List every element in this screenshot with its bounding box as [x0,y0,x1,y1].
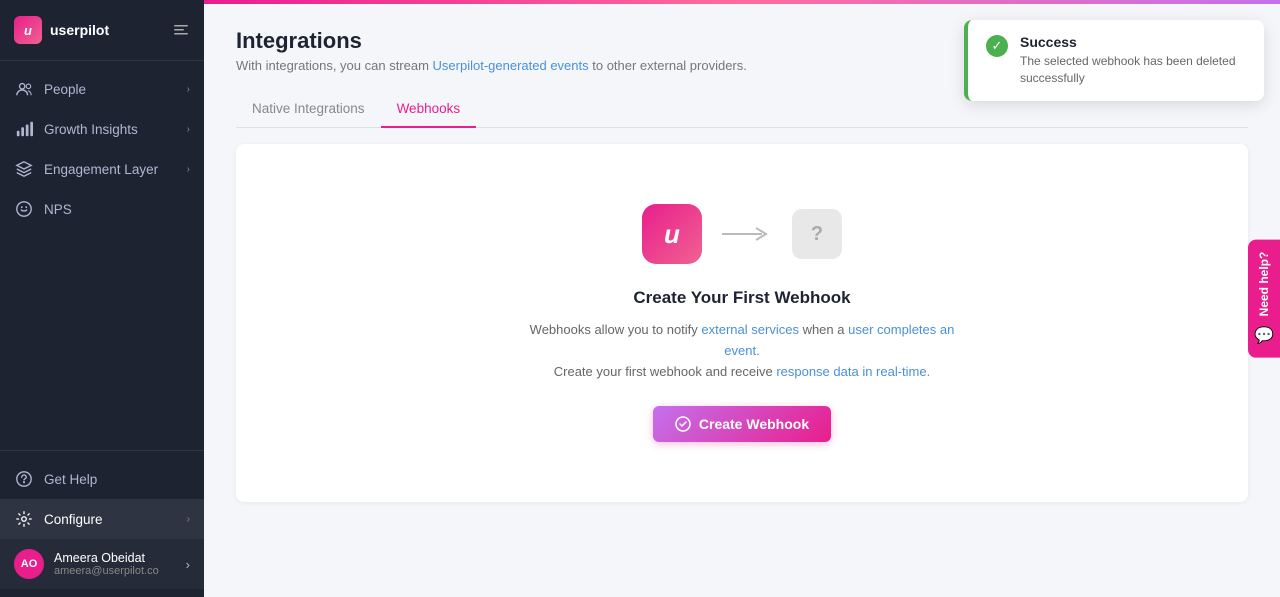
sidebar-toggle-button[interactable] [172,21,190,39]
sidebar-item-nps-label: NPS [44,202,190,217]
sidebar-item-configure-label: Configure [44,512,187,527]
create-webhook-label: Create Webhook [699,416,809,432]
empty-state-title: Create Your First Webhook [633,288,850,308]
sidebar-item-people[interactable]: People › [0,69,204,109]
sidebar-item-engagement-layer[interactable]: Engagement Layer › [0,149,204,189]
need-help-label: Need help? [1257,251,1271,316]
empty-state-desc-line1: Webhooks allow you to notify external se… [530,322,955,358]
logo-text: userpilot [50,22,109,38]
tab-webhooks[interactable]: Webhooks [381,91,477,128]
user-chevron-icon: › [186,557,190,572]
sidebar-item-configure[interactable]: Configure › [0,499,204,539]
toast-check-icon: ✓ [986,35,1008,57]
people-chevron-icon: › [187,84,190,95]
sidebar-item-growth-insights[interactable]: Growth Insights › [0,109,204,149]
toast-content: Success The selected webhook has been de… [1020,34,1246,87]
user-profile-item[interactable]: AO Ameera Obeidat ameera@userpilot.co › [0,539,204,589]
sidebar-item-engagement-layer-label: Engagement Layer [44,162,187,177]
sidebar-item-get-help[interactable]: Get Help [0,459,204,499]
success-toast: ✓ Success The selected webhook has been … [964,20,1264,101]
layers-icon [14,159,34,179]
logo-icon: u [14,16,42,44]
empty-state-description: Webhooks allow you to notify external se… [522,320,962,382]
engagement-chevron-icon: › [187,164,190,175]
webhook-target-icon: ? [792,209,842,259]
subtitle-link: Userpilot-generated events [433,58,589,73]
avatar: AO [14,549,44,579]
userpilot-logo-circle: u [642,204,702,264]
sidebar-nav: People › Growth Insights › [0,61,204,450]
sidebar-item-people-label: People [44,82,187,97]
webhook-illustration: u ? [642,204,842,264]
main-content: ✓ Success The selected webhook has been … [204,0,1280,597]
gear-icon [14,509,34,529]
toast-message: The selected webhook has been deleted su… [1020,53,1246,87]
user-info: Ameera Obeidat ameera@userpilot.co [54,551,186,577]
webhooks-empty-state: u ? Create Your First Webhook Webhooks a… [236,144,1248,502]
nps-icon [14,199,34,219]
need-help-chat-icon: 💬 [1254,326,1274,346]
tab-native-integrations[interactable]: Native Integrations [236,91,381,128]
user-email: ameera@userpilot.co [54,565,186,577]
sidebar-bottom: Get Help Configure › AO Ameera Obeidat a… [0,450,204,597]
sidebar-item-growth-insights-label: Growth Insights [44,122,187,137]
people-icon [14,79,34,99]
sidebar-item-nps[interactable]: NPS [0,189,204,229]
sidebar-header: u userpilot [0,0,204,61]
create-webhook-button[interactable]: Create Webhook [653,406,831,442]
logo-area: u userpilot [14,16,109,44]
webhook-icon [675,416,691,432]
content-area: ✓ Success The selected webhook has been … [204,4,1280,597]
sidebar-item-get-help-label: Get Help [44,472,190,487]
configure-chevron-icon: › [187,514,190,525]
arrow-right-icon [722,224,772,244]
empty-state-desc-line2: Create your first webhook and receive re… [554,364,930,379]
toast-title: Success [1020,34,1246,50]
sidebar: u userpilot People › [0,0,204,597]
user-name: Ameera Obeidat [54,551,186,565]
growth-chevron-icon: › [187,124,190,135]
help-icon [14,469,34,489]
need-help-panel[interactable]: Need help? 💬 [1248,239,1280,358]
chart-icon [14,119,34,139]
